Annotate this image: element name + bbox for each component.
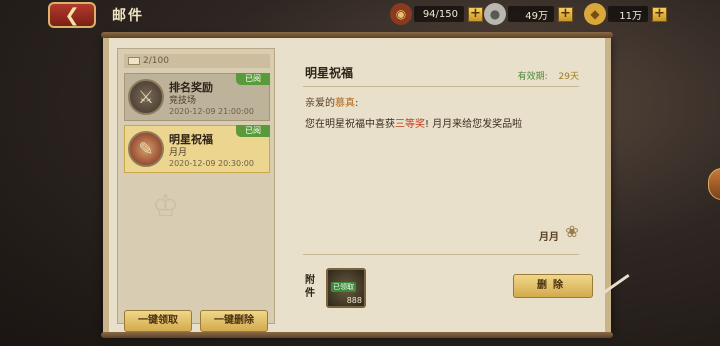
page-title: 邮件 xyxy=(112,8,144,24)
prize-text: 三等奖 xyxy=(395,119,425,130)
attachment-quantity: 888 xyxy=(346,296,362,305)
read-badge: 已阅 xyxy=(236,125,270,137)
greeting-prefix: 亲爱的 xyxy=(305,98,335,109)
mail-count-row: 2/100 xyxy=(124,54,270,68)
validity-value: 29天 xyxy=(558,72,579,82)
mail-item-star-blessing[interactable]: ✎ 明星祝福 月月 2020-12-09 20:30:00 已阅 xyxy=(124,125,270,173)
signature-seal-icon: ❀ xyxy=(565,222,579,241)
signature: 月月 xyxy=(539,232,559,243)
attachment-label: 附件 xyxy=(305,275,315,299)
mail-scroll-panel: 2/100 ⚔ 排名奖励 竞技场 2020-12-09 21:00:00 已阅 … xyxy=(101,32,613,338)
read-badge: 已阅 xyxy=(236,73,270,85)
mail-count: 2/100 xyxy=(143,56,169,66)
body-text-part2: ! 月月来给您发奖品啦 xyxy=(425,119,523,130)
top-bar: ❮ 邮件 ◉ 94/150 + ● 49万 + ◆ 11万 + xyxy=(0,0,720,30)
mail-list: 2/100 ⚔ 排名奖励 竞技场 2020-12-09 21:00:00 已阅 … xyxy=(117,48,275,332)
crossed-swords-icon: ⚔ xyxy=(128,79,164,115)
body-text-part1: 您在明星祝福中喜获 xyxy=(305,119,395,130)
add-silver-button[interactable]: + xyxy=(558,6,573,22)
gold-value: 11万 xyxy=(608,6,648,22)
mail-item-time: 2020-12-09 20:30:00 xyxy=(169,159,254,168)
back-arrow-icon[interactable]: ❮ xyxy=(48,2,96,28)
side-menu-icon[interactable] xyxy=(708,168,720,200)
greeting: 亲爱的慕真: xyxy=(305,94,358,109)
scroll-icon: ✎ xyxy=(128,131,164,167)
mail-item-subtitle: 竞技场 xyxy=(169,96,197,106)
title-divider xyxy=(303,86,579,87)
validity-row: 有效期: 29天 xyxy=(518,69,579,82)
mail-detail: 明星祝福 有效期: 29天 亲爱的慕真: 您在明星祝福中喜获三等奖! 月月来给您… xyxy=(283,46,597,326)
recipient-name: 慕真 xyxy=(335,98,355,109)
greeting-suffix: : xyxy=(355,98,359,109)
mail-item-time: 2020-12-09 21:00:00 xyxy=(169,107,254,116)
add-stamina-button[interactable]: + xyxy=(468,6,483,22)
mail-detail-title: 明星祝福 xyxy=(305,66,354,80)
treasure-bag-icon[interactable]: 已领取 888 xyxy=(326,268,366,308)
stamina-value: 94/150 xyxy=(414,6,464,22)
mail-item-ranking-reward[interactable]: ⚔ 排名奖励 竞技场 2020-12-09 21:00:00 已阅 xyxy=(124,73,270,121)
delete-button[interactable]: 删除 xyxy=(513,274,593,298)
add-gold-button[interactable]: + xyxy=(652,6,667,22)
envelope-icon xyxy=(128,57,140,65)
resource-gold: ◆ 11万 + xyxy=(584,3,667,25)
stamina-drum-icon: ◉ xyxy=(390,3,412,25)
attachment-divider xyxy=(303,254,579,255)
resource-stamina: ◉ 94/150 + xyxy=(390,3,483,25)
claimed-tag: 已领取 xyxy=(331,282,356,292)
validity-label: 有效期: xyxy=(517,72,548,82)
watermark-emblem: ♔ xyxy=(152,189,179,224)
resource-silver: ● 49万 + xyxy=(484,3,573,25)
mail-item-subtitle: 月月 xyxy=(169,148,188,158)
gold-ingot-icon: ◆ xyxy=(584,3,606,25)
claim-all-button[interactable]: 一键领取 xyxy=(124,310,192,332)
mail-body: 您在明星祝福中喜获三等奖! 月月来给您发奖品啦 xyxy=(305,115,522,130)
delete-all-button[interactable]: 一键删除 xyxy=(200,310,268,332)
silver-coin-icon: ● xyxy=(484,3,506,25)
silver-value: 49万 xyxy=(508,6,554,22)
